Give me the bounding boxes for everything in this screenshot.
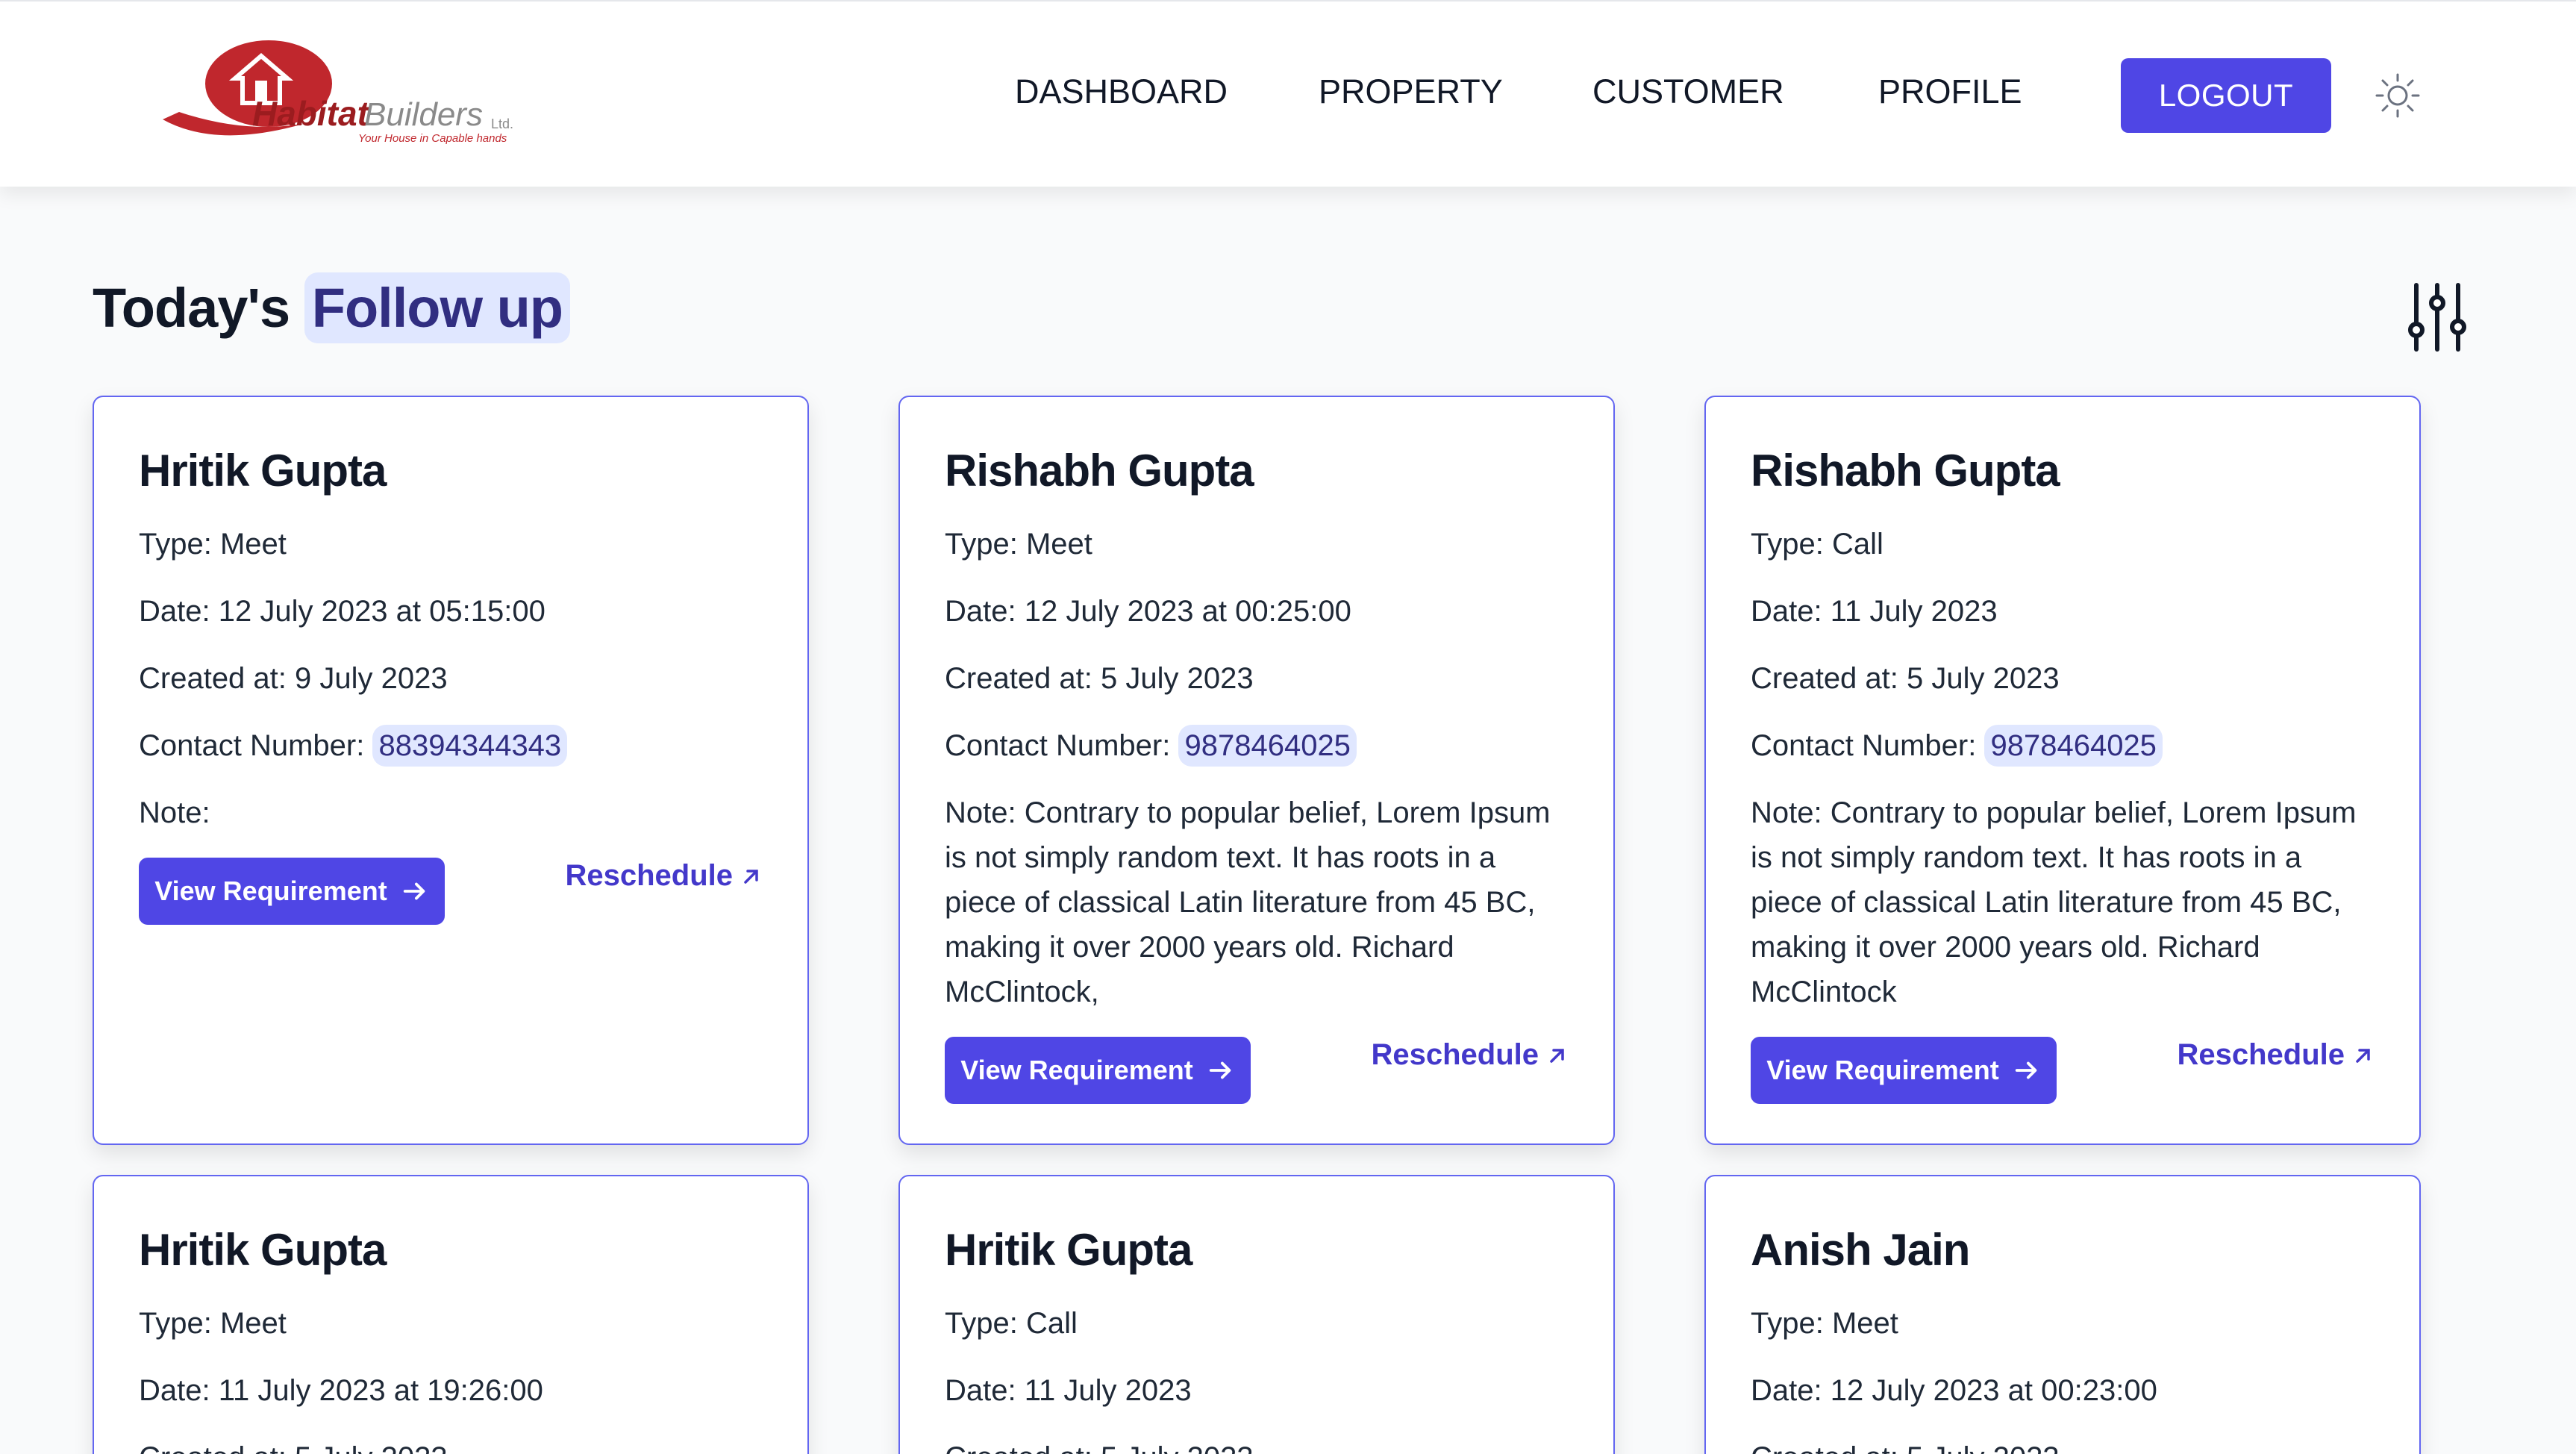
created-row: Created at: 5 July 2023 [1751,662,2060,695]
view-requirement-button[interactable]: View Requirement [945,1037,1251,1104]
arrow-right-icon [1209,1061,1231,1079]
customer-name: Anish Jain [1751,1225,1970,1275]
brand-logo[interactable]: Habitat Builders Ltd. Your House in Capa… [157,37,530,149]
view-requirement-button[interactable]: View Requirement [1751,1037,2057,1104]
title-highlight: Follow up [304,272,570,343]
top-navbar: Habitat Builders Ltd. Your House in Capa… [0,0,2576,187]
svg-text:Habitat: Habitat [252,94,370,133]
customer-name: Rishabh Gupta [1751,446,2060,496]
created-row: Created at: 5 July 2023 [945,1435,1569,1454]
customer-name: Hritik Gupta [139,446,387,496]
type-row: Type: Meet [139,528,287,561]
svg-text:Builders: Builders [364,96,483,133]
title-prefix: Today's [93,277,304,339]
reschedule-link[interactable]: Reschedule [2177,1038,2375,1072]
svg-text:Your House in Capable hands: Your House in Capable hands [358,132,507,145]
view-requirement-button[interactable]: View Requirement [139,858,445,925]
card-actions: View Requirement Reschedule [1751,1037,2375,1126]
contact-row: Contact Number: 9878464025 [945,723,1569,768]
page-title: Today's Follow up [93,272,570,343]
contact-row: Contact Number: 88394344343 [139,723,763,768]
followup-card: Rishabh Gupta Type: Call Date: 11 July 2… [1704,396,2421,1145]
date-row: Date: 12 July 2023 at 05:15:00 [139,595,545,628]
created-row: Created at: 5 July 2023 [139,1435,763,1454]
arrow-up-right-icon [744,869,758,884]
created-row: Created at: 5 July 2023 [1751,1435,2375,1454]
date-row: Date: 11 July 2023 [945,1374,1192,1407]
followup-card: Hritik Gupta Type: Call Date: 11 July 20… [898,1175,1615,1454]
arrow-right-icon [2015,1061,2037,1079]
created-row: Created at: 9 July 2023 [139,662,448,695]
nav-profile[interactable]: PROFILE [1878,72,2022,111]
followup-card: Anish Jain Type: Meet Date: 12 July 2023… [1704,1175,2421,1454]
contact-number[interactable]: 88394344343 [372,725,568,767]
note-row: Note: Contrary to popular belief, Lorem … [1751,796,2357,1008]
followup-card: Hritik Gupta Type: Meet Date: 12 July 20… [93,396,809,1145]
nav-dashboard[interactable]: DASHBOARD [1015,72,1228,111]
contact-number[interactable]: 9878464025 [1178,725,1357,767]
date-row: Date: 11 July 2023 at 19:26:00 [139,1374,543,1407]
followup-card: Hritik Gupta Type: Meet Date: 11 July 20… [93,1175,809,1454]
nav-customer[interactable]: CUSTOMER [1592,72,1784,111]
page: Habitat Builders Ltd. Your House in Capa… [0,0,2576,1454]
type-row: Type: Meet [945,528,1092,561]
created-row: Created at: 5 July 2023 [945,662,1254,695]
note-row: Note: Contrary to popular belief, Lorem … [945,796,1551,1008]
date-row: Date: 12 July 2023 at 00:23:00 [1751,1374,2157,1407]
note-row: Note: [139,796,210,829]
nav-property[interactable]: PROPERTY [1319,72,1503,111]
contact-number[interactable]: 9878464025 [1984,725,2163,767]
sun-icon [2375,73,2420,118]
type-row: Type: Meet [139,1307,287,1340]
theme-toggle[interactable] [2375,72,2421,119]
habitat-logo-icon: Habitat Builders Ltd. Your House in Capa… [163,40,513,145]
svg-text:Ltd.: Ltd. [491,116,513,131]
customer-name: Hritik Gupta [139,1225,387,1275]
logout-button[interactable]: LOGOUT [2121,58,2331,133]
card-actions: View Requirement Reschedule [945,1037,1569,1126]
customer-name: Hritik Gupta [945,1225,1192,1275]
contact-row: Contact Number: 9878464025 [1751,723,2375,768]
type-row: Type: Meet [1751,1307,1898,1340]
date-row: Date: 12 July 2023 at 00:25:00 [945,595,1351,628]
followup-card: Rishabh Gupta Type: Meet Date: 12 July 2… [898,396,1615,1145]
arrow-right-icon [403,882,425,900]
arrow-up-right-icon [1550,1048,1564,1063]
filter-button[interactable] [2406,282,2469,352]
type-row: Type: Call [1751,528,1883,561]
sliders-icon [2408,283,2466,352]
type-row: Type: Call [945,1307,1078,1340]
card-actions: View Requirement Reschedule [139,858,763,947]
reschedule-link[interactable]: Reschedule [1371,1038,1569,1072]
date-row: Date: 11 July 2023 [1751,595,1998,628]
reschedule-link[interactable]: Reschedule [565,859,763,893]
arrow-up-right-icon [2356,1048,2370,1063]
customer-name: Rishabh Gupta [945,446,1254,496]
